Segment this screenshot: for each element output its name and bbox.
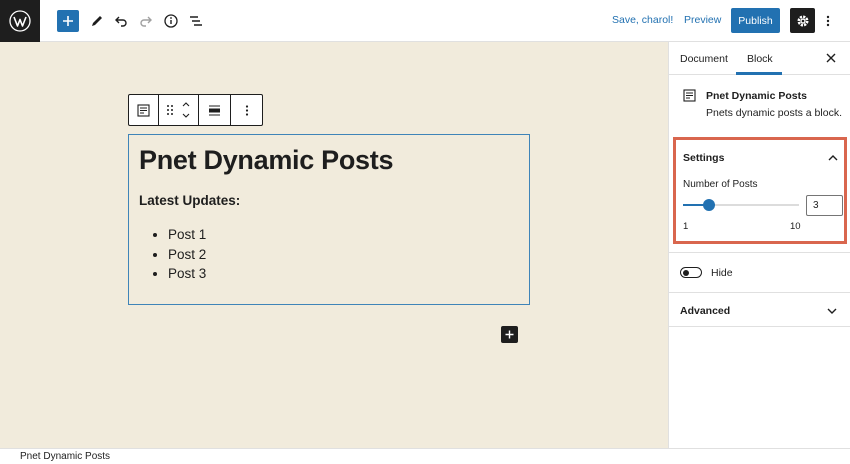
post-list: Post 1 Post 2 Post 3: [168, 225, 206, 284]
hide-label: Hide: [711, 267, 733, 279]
block-subheading: Latest Updates:: [139, 193, 241, 208]
breadcrumb-item[interactable]: Pnet Dynamic Posts: [20, 451, 110, 462]
hide-toggle-row: Hide: [669, 252, 850, 293]
number-of-posts-label: Number of Posts: [683, 179, 758, 190]
chevron-down-icon[interactable]: [826, 305, 838, 317]
info-icon[interactable]: [160, 10, 182, 32]
list-item: Post 1: [168, 225, 206, 245]
undo-icon[interactable]: [110, 10, 132, 32]
list-view-icon[interactable]: [185, 10, 207, 32]
align-icon[interactable]: [199, 95, 231, 125]
block-card-description: Pnets dynamic posts a block.: [706, 107, 842, 119]
preview-button[interactable]: Preview: [684, 14, 721, 26]
tab-block[interactable]: Block: [747, 53, 773, 65]
wordpress-logo-icon[interactable]: [0, 0, 40, 42]
settings-gear-icon[interactable]: [790, 8, 815, 33]
hide-toggle[interactable]: [680, 267, 702, 278]
number-of-posts-slider[interactable]: [683, 199, 799, 211]
dynamic-posts-block[interactable]: Pnet Dynamic Posts Latest Updates: Post …: [128, 134, 530, 305]
editor-canvas[interactable]: Pnet Dynamic Posts Latest Updates: Post …: [0, 42, 668, 448]
redo-icon[interactable]: [135, 10, 157, 32]
list-item: Post 2: [168, 245, 206, 265]
drag-handle-icon[interactable]: [166, 104, 174, 116]
active-tab-indicator: [736, 72, 782, 75]
advanced-panel-header[interactable]: Advanced: [669, 293, 850, 327]
toggle-knob: [683, 269, 689, 276]
slider-min-label: 1: [683, 221, 689, 232]
settings-panel: Settings Number of Posts 3 1 10: [673, 137, 847, 244]
list-item: Post 3: [168, 264, 206, 284]
close-icon[interactable]: [824, 51, 838, 65]
block-options-icon[interactable]: [231, 95, 262, 125]
block-title: Pnet Dynamic Posts: [139, 145, 394, 175]
publish-button[interactable]: Publish: [731, 8, 780, 33]
settings-panel-title[interactable]: Settings: [683, 152, 724, 164]
advanced-title: Advanced: [680, 305, 731, 317]
add-block-button[interactable]: [57, 10, 79, 32]
slider-thumb[interactable]: [702, 199, 715, 211]
sidebar-tabs: Document Block: [669, 42, 850, 75]
block-type-icon[interactable]: [129, 95, 159, 125]
tab-document[interactable]: Document: [680, 53, 728, 65]
add-block-inline-button[interactable]: [501, 326, 518, 343]
slider-max-label: 10: [790, 221, 801, 232]
more-options-icon[interactable]: [821, 10, 835, 32]
edit-tools-icon[interactable]: [86, 10, 108, 32]
block-mover[interactable]: [159, 95, 199, 125]
move-up-down-icon[interactable]: [181, 100, 191, 120]
number-of-posts-input[interactable]: 3: [806, 195, 843, 216]
editor-header: Save, charol! Preview Publish: [0, 0, 850, 42]
save-draft-button[interactable]: Save, charol!: [612, 14, 673, 26]
block-type-icon: [683, 89, 696, 102]
block-card-title: Pnet Dynamic Posts: [706, 90, 807, 102]
block-toolbar: [128, 94, 263, 126]
chevron-up-icon[interactable]: [827, 152, 839, 164]
block-breadcrumb: Pnet Dynamic Posts: [0, 448, 850, 464]
settings-sidebar: Document Block Pnet Dynamic Posts Pnets …: [668, 42, 850, 448]
